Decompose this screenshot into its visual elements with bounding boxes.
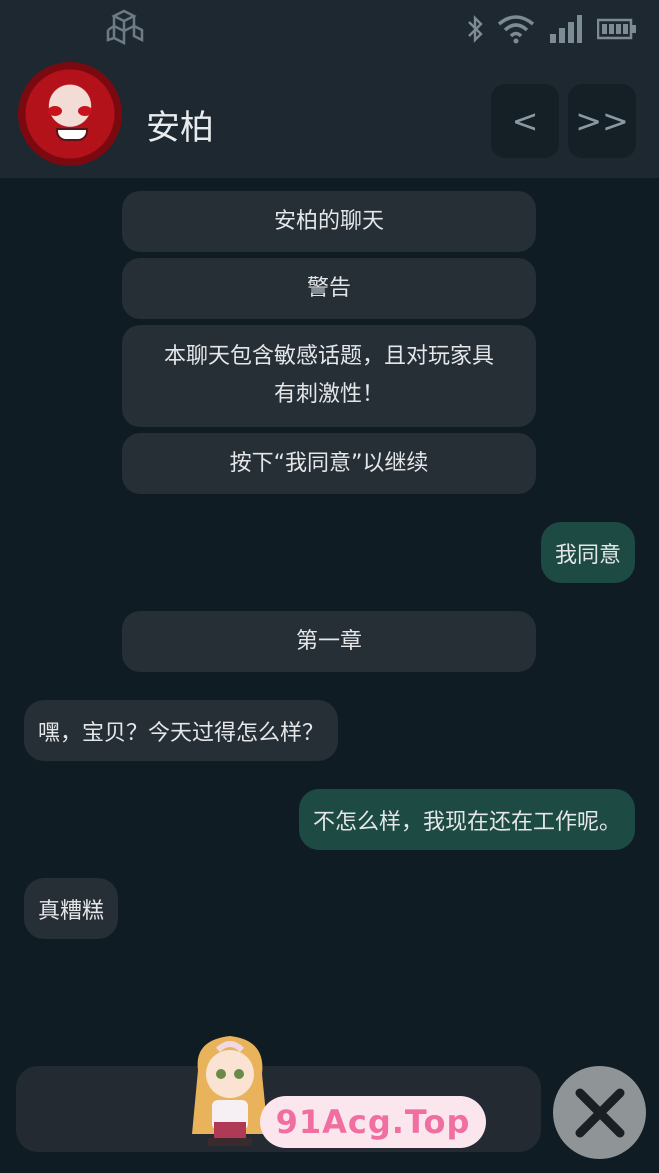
wifi-icon <box>497 14 535 48</box>
bluetooth-icon <box>467 15 483 47</box>
skip-forward-button[interactable]: >> <box>568 84 636 158</box>
system-message-instruction: 按下“我同意”以继续 <box>122 433 536 494</box>
status-bar <box>0 0 659 58</box>
incoming-message: 真糟糕 <box>24 878 119 939</box>
system-message-warning: 警告 <box>122 258 536 319</box>
system-message-chapter: 第一章 <box>122 611 536 672</box>
outgoing-message: 不怎么样，我现在还在工作呢。 <box>298 789 635 850</box>
contact-name: 安柏 <box>146 108 214 148</box>
avatar-eye-icon <box>48 106 62 116</box>
avatar[interactable] <box>18 62 122 166</box>
app-cube-icon <box>104 8 144 52</box>
outgoing-message: 我同意 <box>540 522 635 583</box>
prev-button[interactable]: < <box>491 84 559 158</box>
watermark: 91Acg.Top <box>176 1030 488 1148</box>
incoming-message: 嘿，宝贝？今天过得怎么样？ <box>24 700 339 761</box>
avatar-mouth-icon <box>56 128 88 141</box>
battery-icon <box>596 18 637 44</box>
avatar-eye-icon <box>78 106 92 116</box>
close-icon <box>575 1088 624 1137</box>
system-message-title: 安柏的聊天 <box>122 191 536 252</box>
warning-body-line: 有刺激性！ <box>273 382 384 407</box>
chat-header: 安柏 < >> <box>0 58 659 178</box>
system-message-warning-body: 本聊天包含敏感话题，且对玩家具 有刺激性！ <box>122 325 536 427</box>
warning-body-line: 本聊天包含敏感话题，且对玩家具 <box>163 344 494 369</box>
close-button[interactable] <box>553 1066 646 1159</box>
watermark-text: 91Acg.Top <box>260 1096 486 1148</box>
signal-icon <box>549 14 583 48</box>
